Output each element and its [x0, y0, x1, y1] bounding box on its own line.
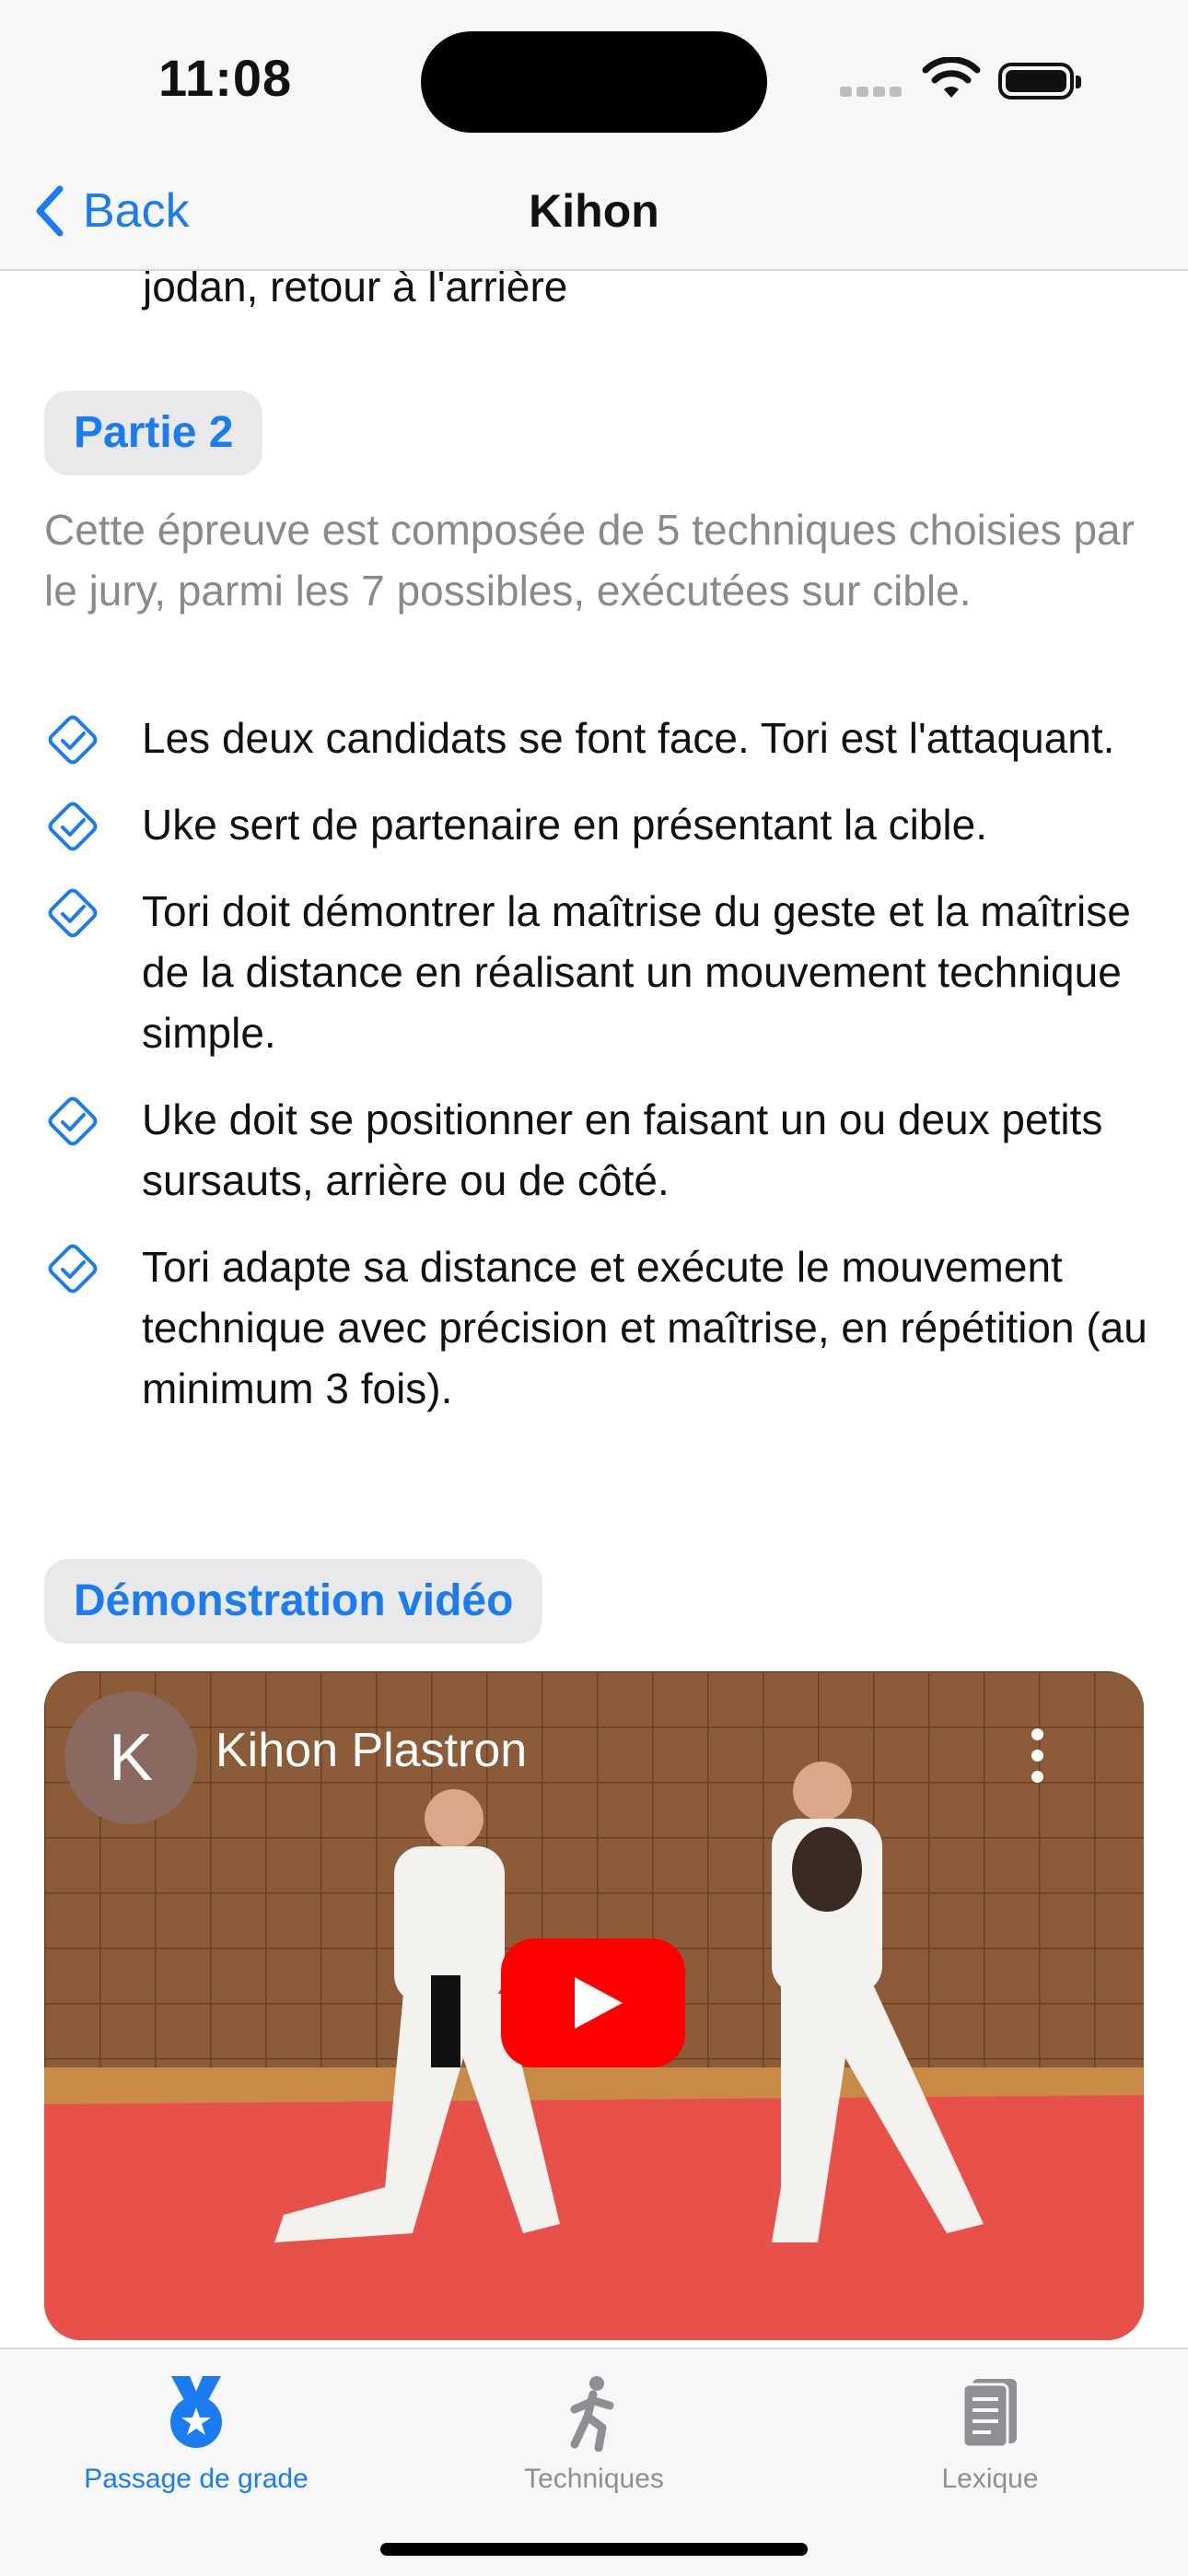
video-title[interactable]: Kihon Plastron: [215, 1723, 527, 1778]
list-item: Tori doit démontrer la maîtrise du geste…: [44, 881, 1149, 1063]
book-icon: [961, 2379, 1017, 2449]
battery-icon: [998, 63, 1081, 100]
list-item: Uke doit se positionner en faisant un ou…: [44, 1089, 1149, 1211]
step-text: Uke doit se positionner en faisant un ou…: [142, 1095, 1103, 1204]
more-options-icon[interactable]: [1031, 1728, 1046, 1792]
step-text: Tori adapte sa distance et exécute le mo…: [142, 1243, 1147, 1412]
play-button[interactable]: [501, 1938, 685, 2067]
section-label-partie-2: Partie 2: [44, 391, 263, 475]
section-label-demonstration-video: Démonstration vidéo: [44, 1559, 543, 1644]
page-title: Kihon: [529, 185, 659, 237]
kick-figure-icon: [570, 2376, 614, 2452]
tab-lexique[interactable]: Lexique: [852, 2362, 1128, 2495]
step-text: Uke sert de partenaire en présentant la …: [142, 801, 987, 849]
checkmark-seal-icon: [48, 888, 98, 938]
medal-icon: [170, 2376, 222, 2448]
scroll-content[interactable]: jodan, retour à l'arrière Partie 2 Cette…: [0, 271, 1188, 2348]
video-player[interactable]: K Kihon Plastron: [44, 1671, 1144, 2340]
status-time: 11:08: [158, 49, 293, 107]
section-description: Cette épreuve est composée de 5 techniqu…: [44, 506, 1135, 615]
list-item: Uke sert de partenaire en présentant la …: [44, 794, 1149, 855]
step-text: Les deux candidats se font face. Tori es…: [142, 714, 1115, 762]
tab-label: Passage de grade: [84, 2464, 309, 2494]
tab-bar: Passage de grade Techniques Lexique: [0, 2348, 1188, 2576]
tab-techniques[interactable]: Techniques: [456, 2362, 732, 2495]
checkmark-seal-icon: [48, 802, 98, 851]
step-text: Tori doit démontrer la maîtrise du geste…: [142, 887, 1131, 1057]
list-item: Tori adapte sa distance et exécute le mo…: [44, 1236, 1149, 1419]
checkmark-seal-icon: [48, 1096, 98, 1146]
wifi-icon: [922, 56, 981, 106]
status-bar: 11:08: [0, 0, 1188, 157]
cellular-signal-icon: [840, 85, 906, 101]
tab-label: Techniques: [524, 2464, 664, 2494]
tab-label: Lexique: [941, 2464, 1039, 2494]
channel-avatar[interactable]: K: [64, 1692, 197, 1824]
list-item: Les deux candidats se font face. Tori es…: [44, 708, 1149, 768]
checkmark-seal-icon: [48, 715, 98, 765]
checkmark-seal-icon: [48, 1244, 98, 1294]
previous-step-text: jodan, retour à l'arrière: [143, 271, 568, 310]
home-indicator: [380, 2543, 808, 2556]
dynamic-island: [421, 31, 767, 133]
navigation-bar: Back Kihon: [0, 157, 1188, 271]
tab-passage-de-grade[interactable]: Passage de grade: [58, 2362, 334, 2495]
steps-list: Les deux candidats se font face. Tori es…: [44, 708, 1149, 1445]
